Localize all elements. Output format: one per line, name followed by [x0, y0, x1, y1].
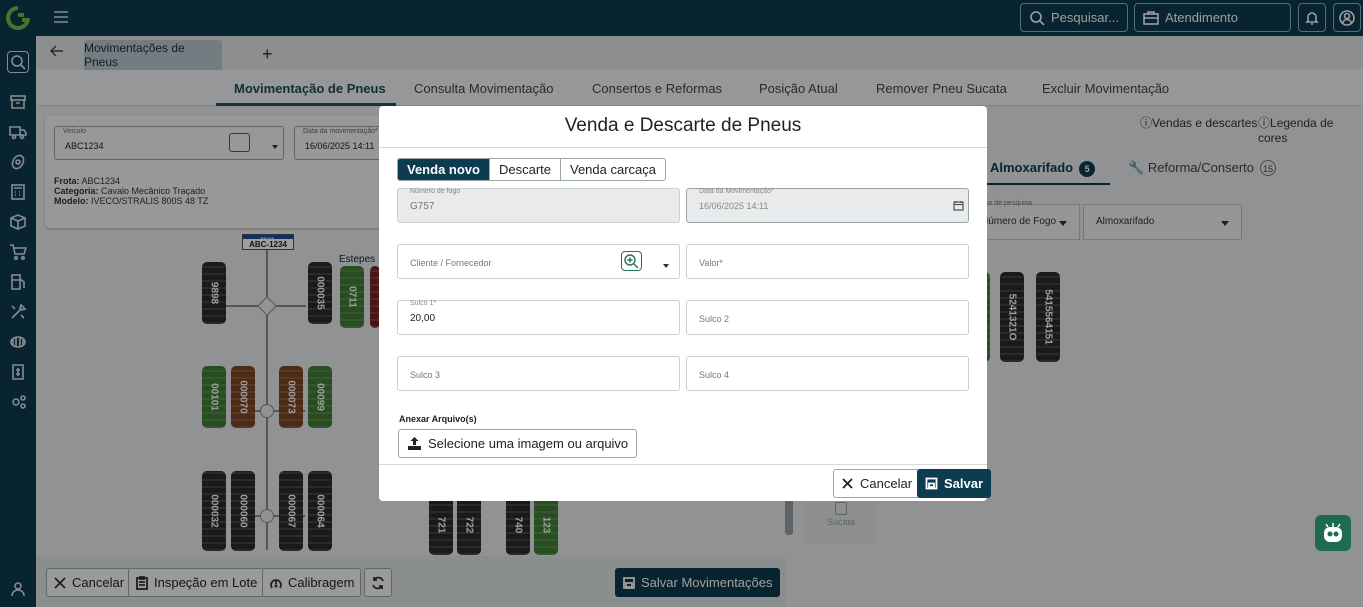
groove2-placeholder: Sulco 2: [699, 314, 730, 324]
sale-type-segmented: Venda novo Descarte Venda carcaça: [397, 158, 667, 181]
client-supplier-placeholder: Cliente / Fornecedor: [410, 258, 492, 268]
groove4-field[interactable]: Sulco 4: [686, 356, 969, 391]
move-date-value: 16/06/2025 14:11: [699, 201, 769, 211]
fire-number-label: Número de fogo: [410, 188, 461, 195]
client-search-icon[interactable]: [621, 251, 642, 271]
modal-cancel-button[interactable]: Cancelar: [833, 469, 921, 498]
modal-save-button[interactable]: Salvar: [917, 469, 992, 498]
close-icon: [842, 478, 853, 489]
modal-title: Venda e Descarte de Pneus: [379, 106, 987, 148]
segment-discard[interactable]: Descarte: [488, 159, 560, 180]
assistant-bot-button[interactable]: [1315, 515, 1351, 551]
segment-carcass-sale[interactable]: Venda carcaça: [560, 159, 665, 180]
fire-number-value: G757: [410, 201, 435, 212]
groove1-value: 20,00: [410, 313, 436, 324]
value-placeholder: Valor*: [699, 258, 723, 268]
value-field[interactable]: Valor*: [686, 244, 969, 279]
groove4-placeholder: Sulco 4: [699, 370, 730, 380]
sale-discard-modal: Venda e Descarte de Pneus Venda novo Des…: [379, 106, 992, 501]
move-date-label: Data da Movimentação*: [699, 188, 774, 195]
groove3-placeholder: Sulco 3: [410, 370, 441, 380]
groove1-label: Sulco 1*: [410, 300, 437, 307]
upload-icon: [408, 437, 421, 450]
move-date-field: Data da Movimentação* 16/06/2025 14:11: [686, 188, 969, 223]
modal-footer: Cancelar Salvar: [379, 464, 992, 501]
robot-icon: [1324, 523, 1342, 542]
segment-new-sale[interactable]: Venda novo: [398, 159, 489, 180]
groove3-field[interactable]: Sulco 3: [397, 356, 680, 391]
calendar-icon[interactable]: [953, 200, 964, 211]
groove2-field[interactable]: Sulco 2: [686, 300, 969, 335]
attach-label: Anexar Arquivo(s): [399, 414, 477, 424]
attach-file-button[interactable]: Selecione uma imagem ou arquivo: [398, 429, 638, 458]
client-supplier-field[interactable]: Cliente / Fornecedor: [397, 244, 680, 279]
fire-number-field: Número de fogo G757: [397, 188, 680, 223]
save-icon: [925, 477, 938, 490]
chevron-down-icon[interactable]: [663, 264, 669, 268]
groove1-field[interactable]: Sulco 1* 20,00: [397, 300, 680, 335]
